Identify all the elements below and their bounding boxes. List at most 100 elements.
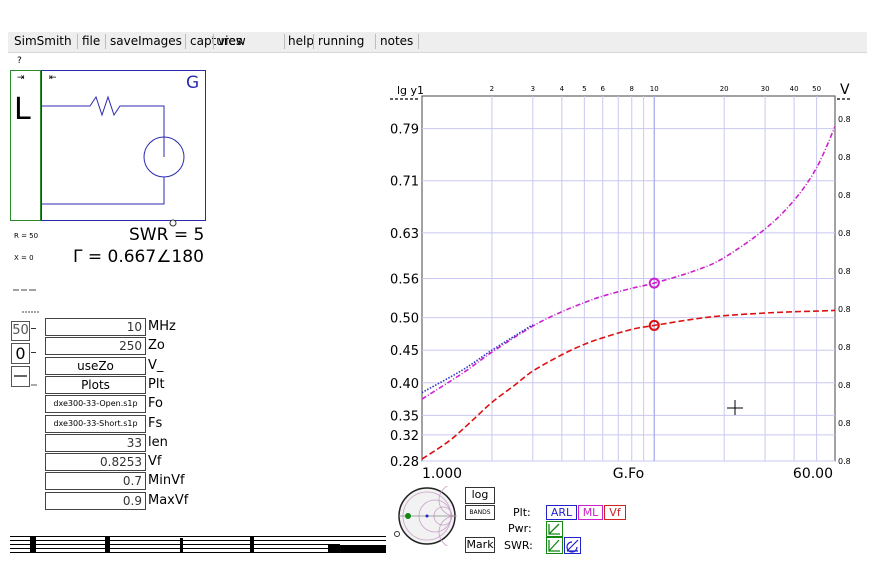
x-end-label: 60.00 xyxy=(793,466,833,482)
zo-field[interactable]: 250 xyxy=(45,337,146,355)
plots-field[interactable]: Plots xyxy=(45,376,146,394)
load-l-panel[interactable]: ⇥ L xyxy=(10,70,41,221)
y-left-tick-label: 0.35 xyxy=(390,409,419,424)
y-left-tick-label: 0.79 xyxy=(390,123,419,138)
left-axis-title: lg y1 xyxy=(397,84,424,97)
menu-running[interactable]: running xyxy=(316,34,366,49)
pwr-label: Pwr: xyxy=(508,522,532,535)
y-left-tick-label: 0.63 xyxy=(390,227,419,242)
x-top-tick-label: 40 xyxy=(790,85,799,93)
menu-saveimages[interactable]: saveImages xyxy=(108,34,184,49)
length-field[interactable]: 33 xyxy=(45,434,146,452)
field-label: Fo xyxy=(148,396,163,411)
usezo-field[interactable]: useZo xyxy=(45,357,146,375)
field-label: MaxVf xyxy=(148,493,189,508)
plt-toggle-ml[interactable]: ML xyxy=(578,505,603,520)
menu-separator xyxy=(418,34,419,49)
x-top-tick-label: 10 xyxy=(650,85,659,93)
swr-blue-check-icon[interactable] xyxy=(564,537,581,554)
chart[interactable]: 2 3 4 5 6 8 10 20 30 40 50 0.79 0.71 0.63 0.56 0.50 0.45… xyxy=(385,78,850,486)
tiny-slider-1[interactable] xyxy=(13,278,37,291)
log-button[interactable]: log xyxy=(465,487,495,504)
y-right-tick-label: 0.818 xyxy=(838,419,850,428)
port-circle-icon xyxy=(394,531,400,537)
smith-chart-mini[interactable] xyxy=(397,486,457,546)
y-left-tick-label: 0.45 xyxy=(390,344,419,359)
x-step-button[interactable]: 0 xyxy=(11,343,30,364)
r-readout: R = 50 xyxy=(14,232,39,240)
load-l-label: L xyxy=(14,92,31,127)
plt-label: Plt: xyxy=(513,506,531,519)
x-top-tick-label: 4 xyxy=(560,85,565,93)
dash-icon xyxy=(31,328,36,329)
menu-separator xyxy=(77,34,78,49)
x-top-tick-label: 50 xyxy=(812,85,821,93)
mark-button[interactable]: Mark xyxy=(465,537,495,553)
menu-separator xyxy=(313,34,314,49)
swr-check-icon[interactable] xyxy=(546,537,563,554)
x-axis-title: G.Fo xyxy=(613,466,644,482)
fo-file-field[interactable]: dxe300-33-Open.s1p xyxy=(45,395,146,413)
sweep-button[interactable] xyxy=(11,366,30,387)
x-readout: X = 0 xyxy=(14,254,34,262)
field-label: MinVf xyxy=(148,473,185,488)
field-label: V_ xyxy=(148,358,164,373)
frequency-field[interactable]: 10 xyxy=(45,318,146,336)
minvf-field[interactable]: 0.7 xyxy=(45,472,146,490)
tiny-slider-2[interactable] xyxy=(22,300,42,313)
x-top-tick-label: 30 xyxy=(761,85,770,93)
field-label: Plt xyxy=(148,377,165,392)
y-right-tick-label: 0.816 xyxy=(838,457,850,466)
small-marker-icon xyxy=(31,372,37,386)
menu-simsmith[interactable]: SimSmith xyxy=(12,34,74,49)
field-label: Vf xyxy=(148,454,162,469)
menu-separator xyxy=(284,34,285,49)
menu-separator xyxy=(105,34,106,49)
menu-separator xyxy=(185,34,186,49)
arrow-in-icon: ⇥ xyxy=(17,73,25,83)
menu-notes[interactable]: notes xyxy=(378,34,415,49)
generator-circuit-diagram xyxy=(42,95,185,205)
y-right-tick-label: 0.828 xyxy=(838,229,850,238)
x-top-tick-label: 8 xyxy=(630,85,634,93)
x-top-tick-label: 2 xyxy=(490,85,494,93)
dash-icon xyxy=(31,352,36,353)
y-left-tick-label: 0.40 xyxy=(390,377,419,392)
y-left-tick-label: 0.50 xyxy=(390,312,419,327)
menu-help[interactable]: help xyxy=(286,34,316,49)
plt-toggle-vf[interactable]: Vf xyxy=(604,505,626,520)
fs-file-field[interactable]: dxe300-33-Short.s1p xyxy=(45,415,146,433)
field-label: MHz xyxy=(148,319,176,334)
generator-panel[interactable]: ⇤ G xyxy=(41,70,206,221)
menu-view[interactable]: view xyxy=(216,34,248,49)
y-right-tick-label: 0.830 xyxy=(838,191,850,200)
y-left-tick-label: 0.71 xyxy=(390,175,419,190)
y-right-tick-label: 0.822 xyxy=(838,343,850,352)
y-right-tick-label: 0.820 xyxy=(838,381,850,390)
field-label: Zo xyxy=(148,338,165,353)
x-top-tick-label: 20 xyxy=(720,85,729,93)
right-axis-title: Vf xyxy=(840,82,850,98)
menu-bar: SimSmith file saveImages captures view help ru… xyxy=(8,32,867,53)
swr-readout: SWR = 5 xyxy=(129,225,205,245)
y-left-tick-label: 0.32 xyxy=(390,429,419,444)
r-step-button[interactable]: 50 xyxy=(11,321,30,341)
x-top-tick-label: 6 xyxy=(601,85,606,93)
menu-separator xyxy=(213,34,214,49)
bands-button[interactable]: BANDS xyxy=(465,505,495,520)
menu-file[interactable]: file xyxy=(80,34,102,49)
x-top-tick-label: 3 xyxy=(531,85,535,93)
y-right-tick-label: 0.826 xyxy=(838,267,850,276)
x-start-label: 1.000 xyxy=(422,466,462,482)
pwr-check-icon[interactable] xyxy=(546,521,563,537)
y-right-tick-label: 0.824 xyxy=(838,305,850,314)
y-right-tick-label: 0.834 xyxy=(838,115,850,124)
status-strip xyxy=(10,536,386,553)
y-left-tick-label: 0.56 xyxy=(390,273,419,288)
y-left-tick-label: 0.28 xyxy=(390,455,419,470)
vf-field[interactable]: 0.8253 xyxy=(45,453,146,471)
maxvf-field[interactable]: 0.9 xyxy=(45,492,146,510)
help-question[interactable]: ? xyxy=(17,56,22,66)
plt-toggle-arl[interactable]: ARL xyxy=(546,505,577,520)
bands-label: BANDS xyxy=(469,509,491,516)
